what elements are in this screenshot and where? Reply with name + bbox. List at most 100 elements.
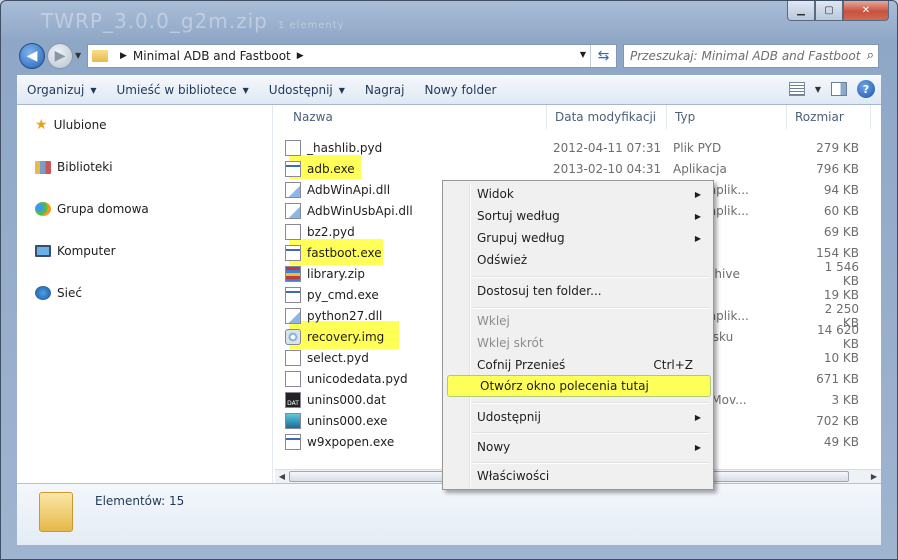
title-bar[interactable]: TWRP_3.0.0_g2m.zip 1 elementy ▁ ▢ ✕ — [1, 1, 897, 41]
search-box[interactable]: Przeszukaj: Minimal ADB and Fastboot ⌕ — [623, 44, 879, 68]
include-label: Umieść w bibliotece — [116, 83, 237, 97]
file-size: 94 KB — [823, 182, 859, 197]
address-bar[interactable]: ▶ Minimal ADB and Fastboot ▶ ▼ ⇆ — [87, 44, 617, 68]
nav-item-network[interactable]: Sieć — [35, 283, 82, 303]
new-folder-label: Nowy folder — [424, 83, 497, 97]
menu-item-view[interactable]: Widok ▶ — [445, 183, 711, 205]
exe-icon — [285, 286, 301, 303]
menu-item-customize[interactable]: Dostosuj ten folder... — [445, 280, 711, 302]
submenu-arrow-icon: ▶ — [694, 211, 701, 221]
refresh-button[interactable]: ⇆ — [590, 45, 616, 67]
menu-item-refresh[interactable]: Odśwież — [445, 249, 711, 271]
file-size: 19 KB — [823, 287, 859, 302]
organize-label: Organizuj — [27, 83, 85, 97]
view-dropdown-icon[interactable]: ▼ — [815, 85, 821, 94]
menu-item-open-command-window[interactable]: Otwórz okno polecenia tutaj — [447, 375, 711, 397]
column-header-type[interactable]: Typ — [667, 105, 787, 129]
search-icon[interactable]: ⌕ — [867, 48, 874, 63]
title-subtext: 1 elementy — [277, 20, 345, 31]
nav-item-libraries[interactable]: Biblioteki — [35, 157, 113, 177]
menu-item-undo[interactable]: Cofnij Przenieś Ctrl+Z — [445, 354, 711, 376]
column-label: Rozmiar — [795, 110, 844, 124]
burn-button[interactable]: Nagraj — [355, 75, 415, 105]
menu-item-sort[interactable]: Sortuj według ▶ — [445, 205, 711, 227]
file-type: Aplikacja — [673, 161, 727, 176]
menu-label: Nowy — [477, 440, 511, 454]
exe-icon — [285, 160, 301, 177]
menu-label: Sortuj według — [477, 209, 560, 223]
breadcrumb-separator-icon[interactable]: ▶ — [120, 51, 127, 61]
back-button[interactable]: ◀ — [19, 43, 45, 69]
menu-label: Udostępnij — [477, 410, 541, 424]
menu-label: Otwórz okno polecenia tutaj — [480, 379, 649, 393]
maximize-button[interactable]: ▢ — [815, 1, 843, 21]
network-icon — [35, 286, 51, 300]
maximize-icon: ▢ — [824, 5, 834, 16]
scroll-right-icon[interactable]: ▶ — [867, 470, 881, 483]
nav-item-favorites[interactable]: ★ Ulubione — [35, 115, 107, 135]
column-label: Typ — [675, 110, 696, 124]
preview-pane-icon[interactable] — [831, 82, 847, 96]
column-header-name[interactable]: Nazwa — [285, 105, 547, 129]
column-header-size[interactable]: Rozmiar — [787, 105, 871, 129]
submenu-arrow-icon: ▶ — [694, 412, 701, 422]
menu-label: Wklej skrót — [477, 336, 544, 350]
scroll-left-icon[interactable]: ◀ — [275, 470, 289, 483]
menu-item-group[interactable]: Grupuj według ▶ — [445, 227, 711, 249]
submenu-arrow-icon: ▶ — [694, 233, 701, 243]
shortcut-label: Ctrl+Z — [653, 358, 693, 372]
file-size: 60 KB — [823, 203, 859, 218]
folder-icon — [39, 492, 73, 532]
search-input[interactable]: Przeszukaj: Minimal ADB and Fastboot — [630, 49, 860, 63]
computer-icon — [35, 245, 51, 257]
navigation-bar: ◀ ▶ ▼ ▶ Minimal ADB and Fastboot ▶ ▼ ⇆ P… — [17, 41, 881, 71]
folder-icon — [92, 50, 108, 62]
file-row[interactable]: adb.exe 2013-02-10 04:31 Aplikacja 796 KB — [285, 158, 875, 179]
file-date: 2013-02-10 04:31 — [553, 161, 662, 176]
menu-item-properties[interactable]: Właściwości — [445, 465, 711, 487]
column-label: Data modyfikacji — [555, 110, 657, 124]
dll-icon — [285, 181, 301, 198]
file-name: _hashlib.pyd — [307, 140, 383, 155]
menu-label: Dostosuj ten folder... — [477, 284, 602, 298]
file-size: 10 KB — [823, 350, 859, 365]
file-size: 154 KB — [816, 245, 859, 260]
file-size: 702 KB — [816, 413, 859, 428]
recent-pages-dropdown[interactable]: ▼ — [75, 51, 81, 60]
change-view-icon[interactable] — [788, 82, 805, 96]
breadcrumb-chevron-icon[interactable]: ▶ — [297, 51, 304, 61]
menu-label: Grupuj według — [477, 231, 565, 245]
share-with-button[interactable]: Udostępnij ▼ — [259, 75, 355, 105]
organize-button[interactable]: Organizuj ▼ — [17, 75, 106, 105]
burn-label: Nagraj — [364, 83, 405, 97]
nav-item-homegroup[interactable]: Grupa domowa — [35, 199, 149, 219]
dat-icon: DAT — [285, 391, 301, 408]
include-in-library-button[interactable]: Umieść w bibliotece ▼ — [106, 75, 258, 105]
address-dropdown-icon[interactable]: ▼ — [580, 50, 586, 59]
menu-item-share[interactable]: Udostępnij ▶ — [445, 406, 711, 428]
background-window-title: TWRP_3.0.0_g2m.zip 1 elementy — [41, 9, 345, 33]
close-button[interactable]: ✕ — [843, 1, 889, 21]
chevron-down-icon: ▼ — [338, 85, 345, 95]
forward-arrow-icon: ▶ — [54, 48, 66, 64]
close-icon: ✕ — [861, 5, 871, 16]
minimize-button[interactable]: ▁ — [787, 1, 815, 21]
chevron-down-icon: ▼ — [90, 85, 97, 95]
forward-button[interactable]: ▶ — [47, 43, 73, 69]
new-folder-button[interactable]: Nowy folder — [415, 75, 507, 105]
nav-label: Ulubione — [53, 118, 107, 132]
column-header-date[interactable]: Data modyfikacji — [547, 105, 667, 129]
back-arrow-icon: ◀ — [26, 48, 38, 64]
file-size: 69 KB — [823, 224, 859, 239]
nav-item-computer[interactable]: Komputer — [35, 241, 116, 261]
submenu-arrow-icon: ▶ — [694, 442, 701, 452]
dll-icon — [285, 202, 301, 219]
command-bar: Organizuj ▼ Umieść w bibliotece ▼ Udostępn… — [17, 75, 881, 105]
homegroup-icon — [35, 202, 51, 216]
help-icon[interactable]: ? — [857, 80, 875, 98]
menu-label: Wklej — [477, 314, 510, 328]
menu-item-new[interactable]: Nowy ▶ — [445, 436, 711, 458]
navigation-pane: ★ Ulubione Biblioteki Grupa domowa Komput… — [17, 105, 273, 483]
breadcrumb-current[interactable]: Minimal ADB and Fastboot — [133, 49, 291, 63]
file-row[interactable]: _hashlib.pyd 2012-04-11 07:31 Plik PYD 279 … — [285, 137, 875, 158]
